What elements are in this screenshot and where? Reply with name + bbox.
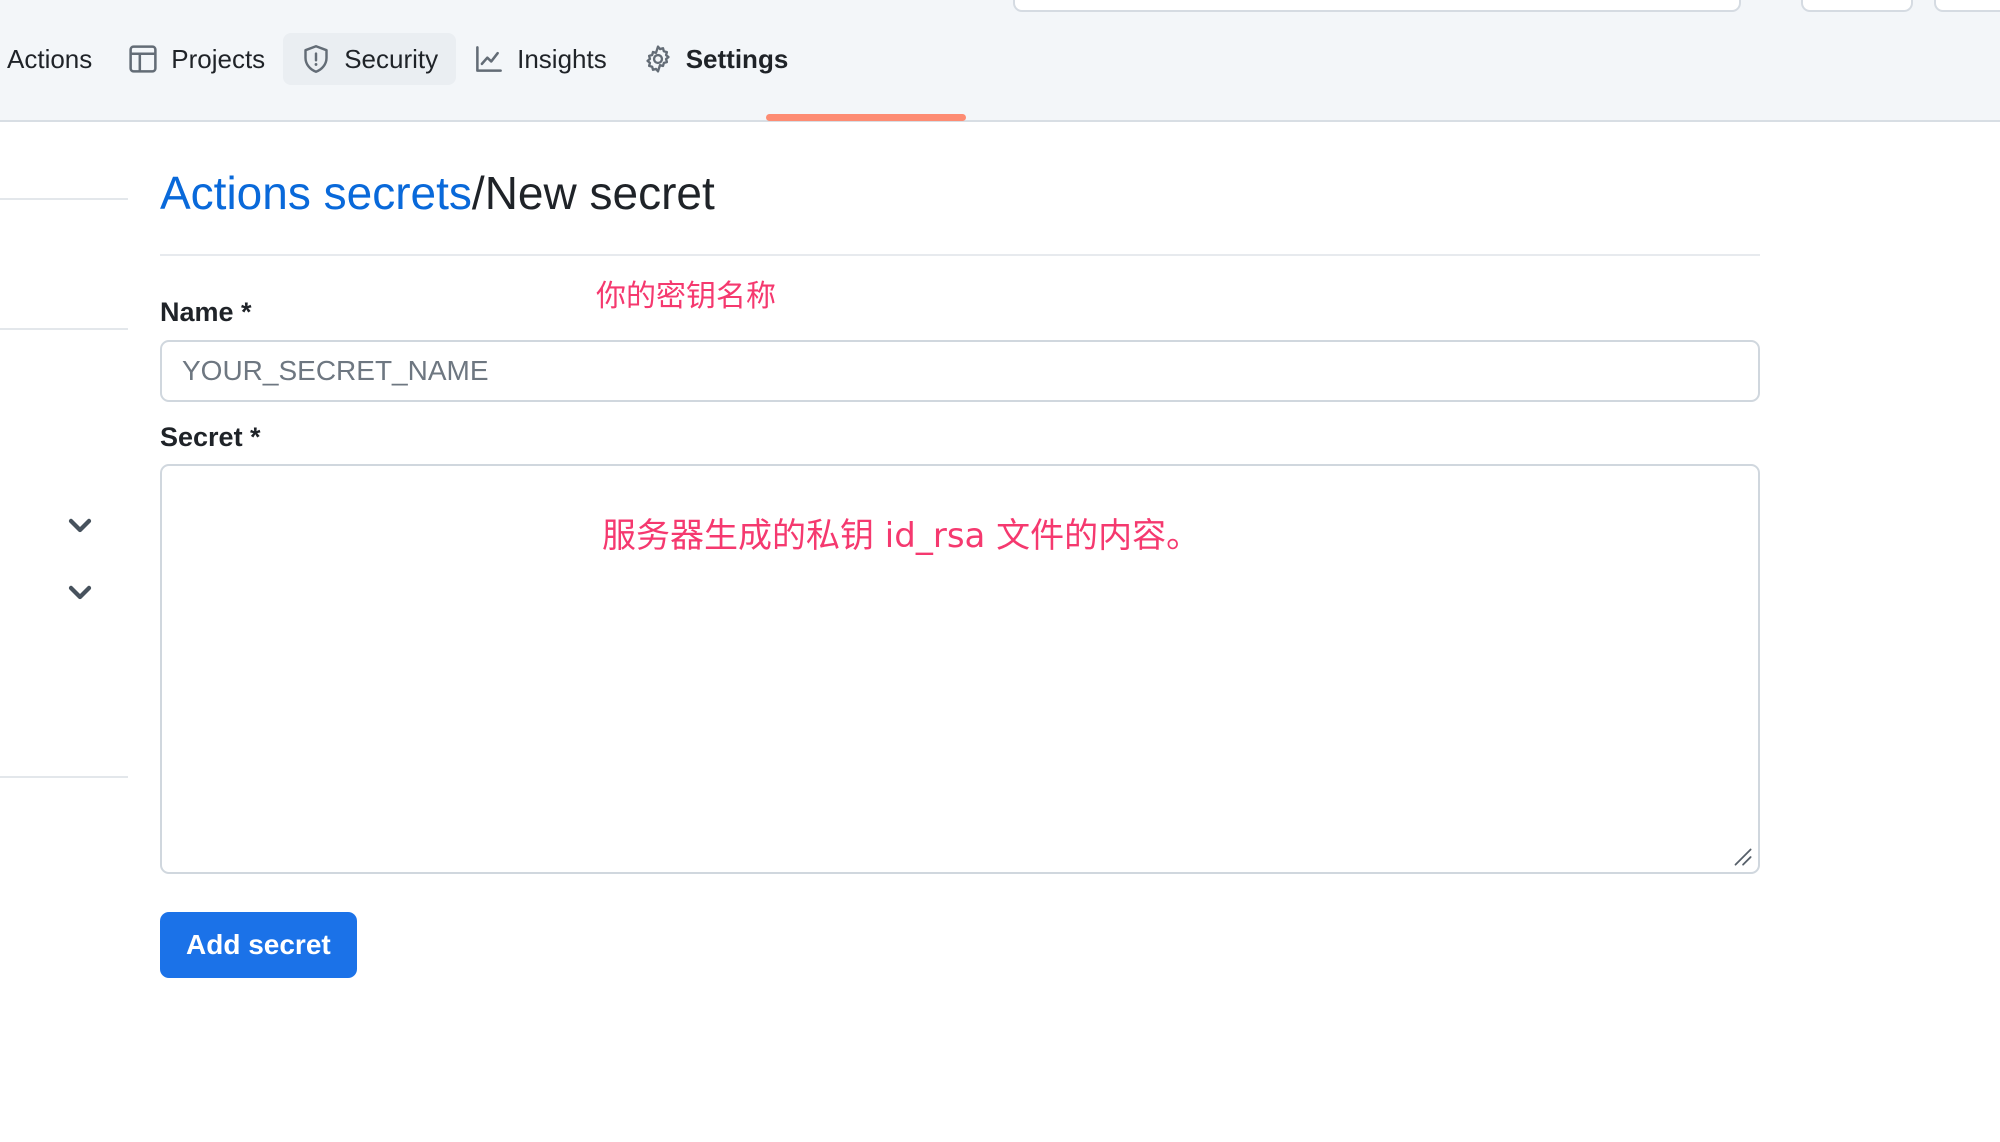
repository-tabs: Actions Projects Security Insights Setti… — [0, 28, 806, 90]
page-title: Actions secrets/New secret — [160, 168, 715, 219]
sidebar-section-toggle-2[interactable] — [62, 574, 98, 610]
graph-icon — [474, 44, 504, 74]
tab-security-label: Security — [344, 44, 439, 74]
repository-nav-bar: Actions Projects Security Insights Setti… — [0, 0, 2000, 122]
gear-icon — [643, 44, 673, 74]
sidebar-divider — [0, 328, 128, 330]
tab-settings-label: Settings — [685, 44, 789, 74]
tab-projects[interactable]: Projects — [110, 33, 283, 85]
header-button-clipped-b[interactable] — [1934, 0, 2000, 12]
tab-actions[interactable]: Actions — [0, 33, 110, 85]
add-secret-button[interactable]: Add secret — [160, 912, 357, 978]
tab-settings[interactable]: Settings — [625, 33, 807, 85]
tab-projects-label: Projects — [171, 44, 266, 74]
project-table-icon — [128, 44, 158, 74]
breadcrumb-actions-secrets-link[interactable]: Actions secrets — [160, 167, 472, 219]
settings-sidebar — [0, 122, 128, 1142]
chevron-down-icon — [62, 507, 98, 543]
tab-security[interactable]: Security — [283, 33, 457, 85]
annotation-secret-note: 服务器生成的私钥 id_rsa 文件的内容。 — [602, 516, 1201, 556]
tab-insights-label: Insights — [517, 44, 607, 74]
chevron-down-icon — [62, 574, 98, 610]
shield-alert-icon — [301, 44, 331, 74]
sidebar-divider — [0, 198, 128, 200]
annotation-name-note: 你的密钥名称 — [596, 279, 776, 314]
breadcrumb-separator: / — [471, 167, 485, 219]
title-divider — [160, 254, 1760, 256]
header-button-clipped-a[interactable] — [1801, 0, 1913, 12]
active-tab-indicator — [766, 114, 966, 121]
sidebar-divider — [0, 776, 128, 778]
secret-field-label: Secret * — [160, 422, 261, 452]
tab-insights[interactable]: Insights — [456, 33, 625, 85]
tab-actions-label: Actions — [7, 44, 93, 74]
name-field-label: Name * — [160, 297, 252, 327]
global-search-input-clipped[interactable] — [1013, 0, 1741, 12]
secret-name-input[interactable] — [160, 340, 1760, 402]
sidebar-section-toggle-1[interactable] — [62, 507, 98, 543]
breadcrumb-current: New secret — [484, 167, 715, 219]
